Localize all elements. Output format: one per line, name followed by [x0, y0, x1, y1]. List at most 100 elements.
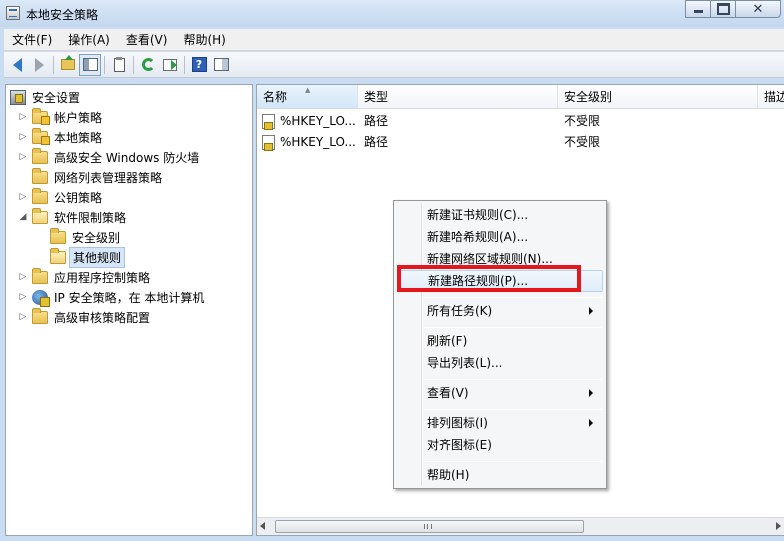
menu-file[interactable]: 文件(F) [4, 30, 60, 50]
console-tree[interactable]: 安全设置 ▷ 帐户策略 ▷ 本地策略 ▷ 高级安全 Windows 防火墙 网络… [5, 84, 253, 536]
properties-button[interactable] [108, 54, 130, 76]
back-button[interactable] [6, 54, 28, 76]
submenu-arrow-icon [589, 389, 593, 397]
menu-view[interactable]: 查看(V) [118, 30, 176, 50]
tree-item-windows-firewall[interactable]: ▷ 高级安全 Windows 防火墙 [18, 147, 202, 167]
expand-icon[interactable]: ▷ [18, 292, 28, 302]
submenu-arrow-icon [589, 419, 593, 427]
menu-item-export-list[interactable]: 导出列表(L)... [397, 352, 603, 374]
folder-icon [32, 207, 48, 224]
table-row[interactable]: %HKEY_LO... 路径 不受限 [257, 111, 784, 132]
menu-item-arrange-icons[interactable]: 排列图标(I) [397, 412, 603, 434]
action-pane-icon [213, 58, 229, 71]
tree-item-network-list-manager[interactable]: 网络列表管理器策略 [18, 167, 165, 187]
folder-icon [50, 227, 66, 244]
scrollbar-thumb[interactable] [275, 520, 584, 533]
menu-item-line-up-icons[interactable]: 对齐图标(E) [397, 434, 603, 456]
menu-separator [424, 327, 602, 328]
tree-item-advanced-audit[interactable]: ▷ 高级审核策略配置 [18, 307, 153, 327]
close-button[interactable]: ✕ [735, 0, 781, 18]
tree-item-software-restriction[interactable]: ◢ 软件限制策略 [18, 207, 129, 227]
menu-item-label: 查看(V) [427, 386, 469, 400]
export-list-button[interactable] [159, 54, 181, 76]
column-header-label: 名称 [263, 90, 288, 104]
refresh-icon [141, 58, 155, 71]
menu-item-label: 排列图标(I) [427, 416, 488, 430]
expand-icon[interactable]: ▷ [18, 132, 28, 142]
menu-help[interactable]: 帮助(H) [175, 30, 233, 50]
tree-item-security-settings[interactable]: 安全设置 [10, 87, 83, 107]
tree-item-label: 其他规则 [69, 246, 126, 268]
scroll-right-icon[interactable] [776, 522, 781, 530]
row-name: %HKEY_LO... [280, 135, 356, 149]
toolbar-separator [104, 55, 105, 74]
menu-item-view[interactable]: 查看(V) [397, 382, 603, 404]
column-header-security-level[interactable]: 安全级别 [558, 85, 758, 109]
folder-icon [32, 127, 50, 145]
expand-icon[interactable]: ▷ [18, 152, 28, 162]
forward-button[interactable] [28, 54, 50, 76]
tree-item-app-control-policies[interactable]: ▷ 应用程序控制策略 [18, 267, 153, 287]
tree-item-public-key-policies[interactable]: ▷ 公钥策略 [18, 187, 105, 207]
expand-icon[interactable]: ▷ [18, 192, 28, 202]
row-security-level: 不受限 [564, 135, 601, 149]
tree-item-label: 本地策略 [54, 130, 103, 145]
tree-item-ip-security[interactable]: ▷ IP 安全策略，在 本地计算机 [18, 287, 207, 307]
menu-item-new-certificate-rule[interactable]: 新建证书规则(C)... [397, 204, 603, 226]
tree-item-label: 高级审核策略配置 [54, 310, 151, 325]
title-bar: 本地安全策略 ✕ [0, 0, 784, 27]
refresh-button[interactable] [137, 54, 159, 76]
tree-item-label: 安全设置 [32, 90, 81, 105]
collapse-icon[interactable]: ◢ [18, 212, 28, 222]
table-row[interactable]: %HKEY_LO... 路径 不受限 [257, 132, 784, 153]
tree-item-label: 网络列表管理器策略 [54, 170, 163, 185]
tree-item-account-policies[interactable]: ▷ 帐户策略 [18, 107, 105, 127]
expand-icon[interactable]: ▷ [18, 272, 28, 282]
column-header-description[interactable]: 描边 [758, 85, 784, 109]
column-header-type[interactable]: 类型 [358, 85, 558, 109]
tree-item-security-levels[interactable]: 安全级别 [50, 227, 123, 247]
menu-separator [424, 297, 602, 298]
annotation-highlight-box [397, 265, 581, 292]
menu-separator [424, 379, 602, 380]
export-list-icon [163, 58, 177, 71]
minimize-button[interactable] [685, 0, 711, 18]
maximize-button[interactable] [710, 0, 736, 18]
expand-icon[interactable]: ▷ [18, 312, 28, 322]
tree-item-label: 公钥策略 [54, 190, 103, 205]
tree-item-local-policies[interactable]: ▷ 本地策略 [18, 127, 105, 147]
row-type: 路径 [364, 135, 389, 149]
help-icon: ? [191, 57, 207, 72]
menu-action[interactable]: 操作(A) [60, 30, 118, 50]
column-header-name[interactable]: ▲ 名称 [257, 85, 358, 109]
ip-security-icon [32, 289, 50, 307]
menu-item-refresh[interactable]: 刷新(F) [397, 330, 603, 352]
row-type: 路径 [364, 114, 389, 128]
menu-item-all-tasks[interactable]: 所有任务(K) [397, 300, 603, 322]
path-rule-icon [262, 114, 275, 130]
folder-icon [50, 247, 66, 264]
menu-bar: 文件(F) 操作(A) 查看(V) 帮助(H) [4, 29, 784, 51]
menu-item-new-hash-rule[interactable]: 新建哈希规则(A)... [397, 226, 603, 248]
app-icon [6, 6, 20, 20]
submenu-arrow-icon [589, 307, 593, 315]
tree-item-additional-rules[interactable]: 其他规则 [50, 246, 126, 268]
close-icon: ✕ [752, 1, 764, 17]
expand-icon[interactable]: ▷ [18, 112, 28, 122]
show-hide-console-tree-icon [82, 58, 98, 71]
tree-item-label: 软件限制策略 [54, 210, 127, 225]
tree-item-label: 安全级别 [72, 230, 121, 245]
path-rule-icon [262, 135, 275, 151]
folder-icon [32, 307, 48, 324]
help-button[interactable]: ? [188, 54, 210, 76]
menu-item-help[interactable]: 帮助(H) [397, 464, 603, 486]
context-menu: 新建证书规则(C)... 新建哈希规则(A)... 新建网络区域规则(N)...… [393, 200, 607, 489]
up-one-level-button[interactable] [57, 54, 79, 76]
show-hide-tree-button[interactable] [79, 53, 101, 76]
horizontal-scrollbar[interactable] [257, 517, 784, 535]
toolbar-separator [53, 55, 54, 74]
scroll-left-icon[interactable] [260, 522, 265, 530]
tree-item-label: 帐户策略 [54, 110, 103, 125]
action-pane-button[interactable] [210, 54, 232, 76]
folder-icon [32, 167, 48, 184]
